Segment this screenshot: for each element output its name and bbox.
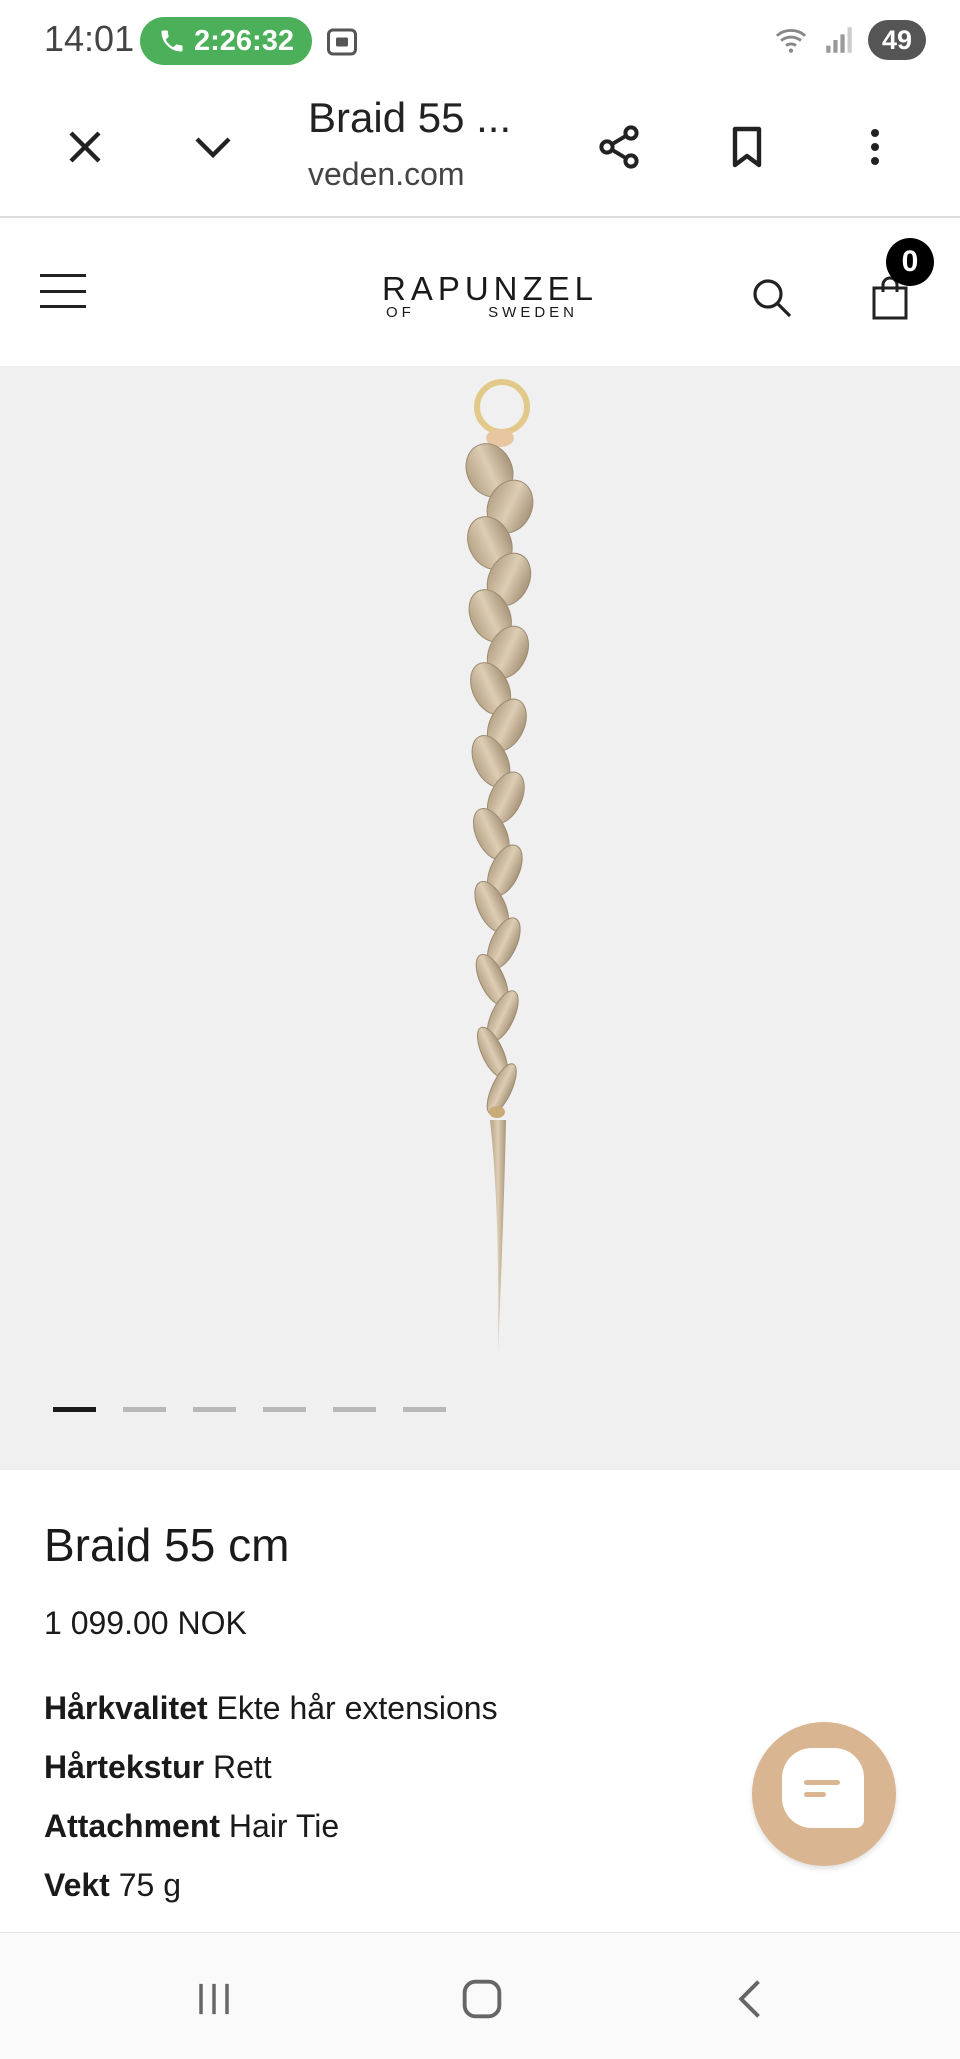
- product-name: Braid 55 cm: [44, 1519, 290, 1571]
- system-navigation-bar: [0, 1932, 960, 2059]
- attribute-value: Hair Tie: [228, 1808, 340, 1844]
- logo-text: RAPUNZEL: [382, 270, 599, 307]
- attribute-label: Attachment: [44, 1808, 221, 1844]
- product-price: 1 099.00 NOK: [44, 1605, 247, 1641]
- attribute-row: Vekt 75 g: [44, 1867, 498, 1926]
- minimize-button[interactable]: [180, 114, 246, 180]
- battery-indicator: 49: [868, 20, 926, 60]
- attribute-value: Rett: [212, 1749, 272, 1785]
- back-icon: [738, 1980, 760, 2018]
- hamburger-icon[interactable]: [40, 274, 86, 308]
- gallery-pagination: [53, 1407, 446, 1412]
- wifi-icon: [775, 29, 807, 53]
- home-icon: [462, 1979, 502, 2019]
- gallery-dot[interactable]: [193, 1407, 236, 1412]
- gallery-dot[interactable]: [53, 1407, 96, 1412]
- share-icon: [599, 125, 639, 169]
- attribute-row: Hårkvalitet Ekte hår extensions: [44, 1690, 498, 1749]
- browser-toolbar: Braid 55 ... veden.com: [0, 84, 960, 218]
- back-button[interactable]: [722, 1969, 782, 2029]
- gallery-dot[interactable]: [403, 1407, 446, 1412]
- phone-icon: [161, 30, 183, 52]
- close-icon: [69, 131, 101, 163]
- call-indicator[interactable]: 2:26:32: [140, 17, 312, 65]
- gallery-dot[interactable]: [333, 1407, 376, 1412]
- recents-button[interactable]: [184, 1969, 244, 2029]
- page-url[interactable]: veden.com: [308, 156, 465, 193]
- status-bar: 14:01 2:26:32 49: [0, 0, 960, 84]
- chat-icon: [782, 1748, 864, 1828]
- recents-icon: [199, 1983, 229, 2015]
- attribute-label: Hårtekstur: [44, 1749, 205, 1785]
- product-image: [465, 379, 534, 1352]
- share-button[interactable]: [586, 114, 652, 180]
- attribute-value: 75 g: [118, 1867, 181, 1903]
- signal-icon: [826, 27, 852, 53]
- logo-sub-left: OF: [386, 304, 415, 321]
- search-icon[interactable]: [748, 274, 796, 322]
- gallery-dot[interactable]: [123, 1407, 166, 1412]
- site-logo[interactable]: RAPUNZEL OF SWEDEN: [382, 270, 599, 321]
- attribute-label: Vekt: [44, 1867, 110, 1903]
- attribute-label: Hårkvalitet: [44, 1690, 208, 1726]
- attribute-row: Attachment Hair Tie: [44, 1808, 498, 1867]
- call-timer: 2:26:32: [194, 24, 294, 57]
- bookmark-icon: [732, 126, 762, 168]
- cart-count-badge[interactable]: 0: [886, 238, 934, 286]
- close-tab-button[interactable]: [52, 114, 118, 180]
- more-options-button[interactable]: [842, 114, 908, 180]
- attribute-row: Hårtekstur Rett: [44, 1749, 498, 1808]
- status-icons: 49: [772, 20, 926, 60]
- bookmark-button[interactable]: [714, 114, 780, 180]
- product-attributes: Hårkvalitet Ekte hår extensions Hårtekst…: [44, 1690, 498, 1926]
- site-header: RAPUNZEL OF SWEDEN 0: [0, 218, 960, 366]
- chevron-down-icon: [195, 137, 231, 159]
- page-title: Braid 55 ...: [308, 94, 512, 141]
- screen-capture-icon: [327, 28, 357, 56]
- chat-button[interactable]: [752, 1722, 896, 1866]
- gallery-dot[interactable]: [263, 1407, 306, 1412]
- logo-sub-right: SWEDEN: [488, 304, 578, 321]
- home-button[interactable]: [452, 1969, 512, 2029]
- status-time: 14:01: [44, 18, 135, 59]
- more-vert-icon: [871, 129, 879, 165]
- product-image-gallery[interactable]: [0, 366, 960, 1470]
- attribute-value: Ekte hår extensions: [216, 1690, 498, 1726]
